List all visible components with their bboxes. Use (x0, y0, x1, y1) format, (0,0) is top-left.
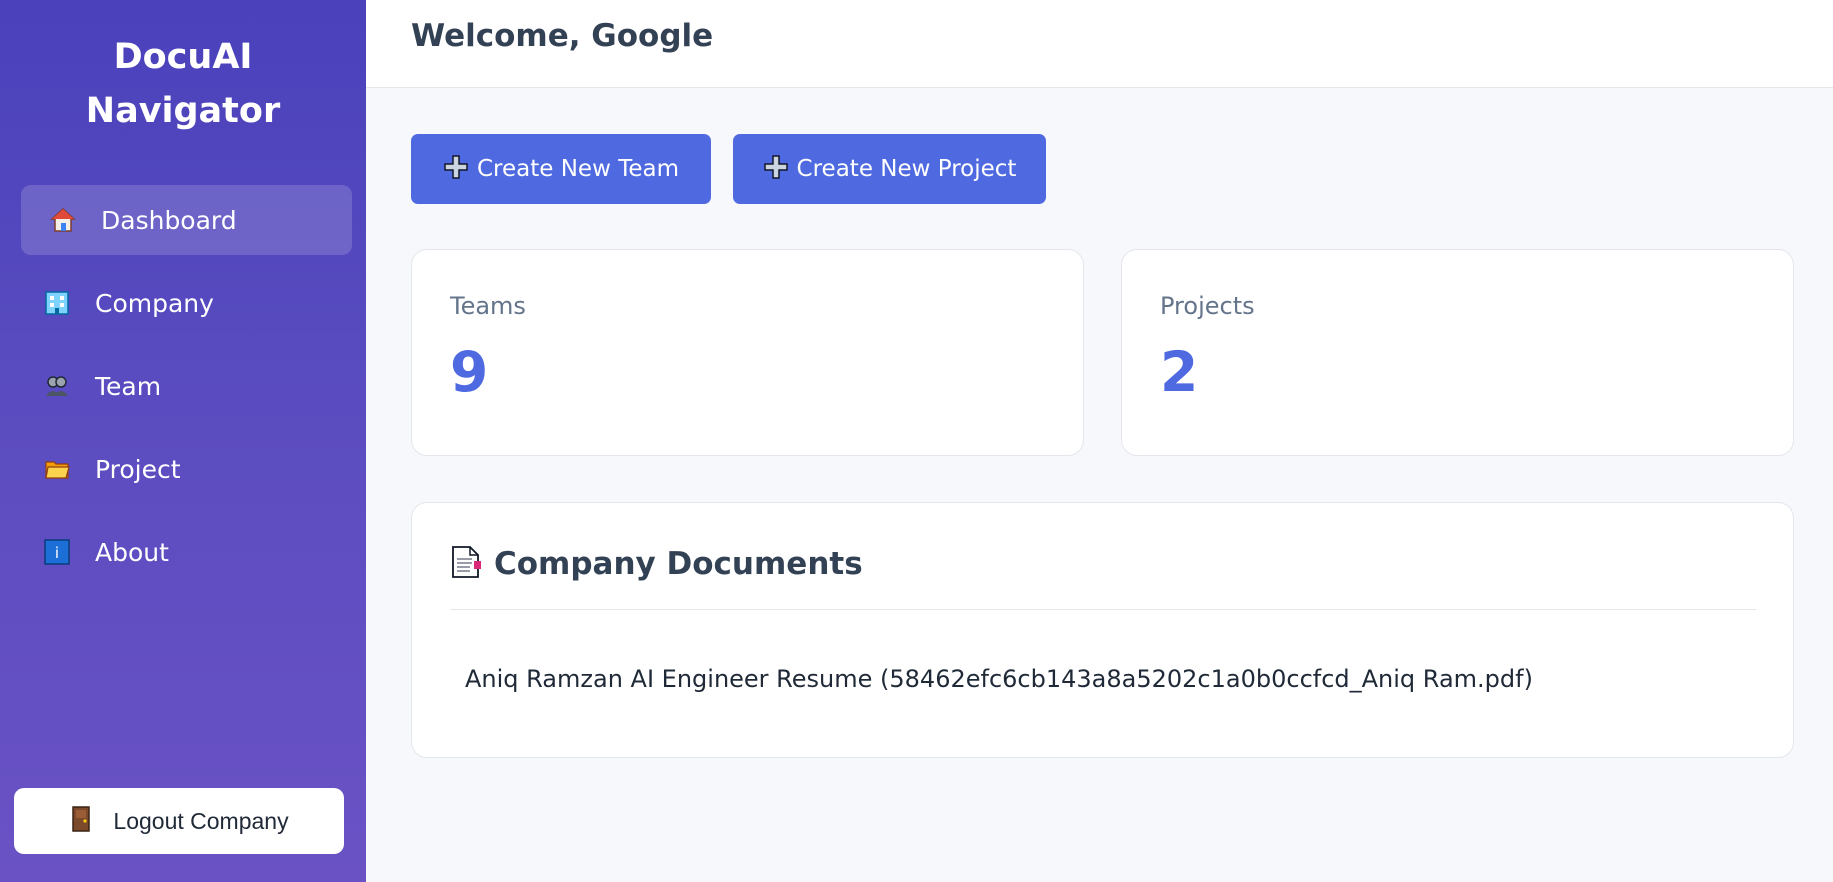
people-icon (43, 372, 71, 400)
top-bar: Welcome, Google (366, 0, 1833, 88)
document-icon (450, 545, 482, 583)
plus-icon (763, 154, 789, 184)
app-brand: DocuAI Navigator (0, 30, 366, 138)
create-team-label: Create New Team (476, 156, 679, 182)
document-list-item[interactable]: Aniq Ramzan AI Engineer Resume (58462efc… (465, 665, 1533, 693)
sidebar-item-project[interactable]: Project (21, 434, 352, 504)
create-team-button[interactable]: Create New Team (411, 134, 711, 204)
sidebar: DocuAI Navigator Dashboard Company Team … (0, 0, 366, 882)
building-icon (43, 289, 71, 317)
projects-stat-card: Projects 2 (1121, 249, 1794, 456)
brand-line-2: Navigator (85, 91, 281, 131)
sidebar-item-team[interactable]: Team (21, 351, 352, 421)
page-title: Welcome, Google (411, 18, 714, 54)
sidebar-item-label: Team (95, 371, 162, 401)
create-project-label: Create New Project (796, 156, 1017, 182)
sidebar-item-about[interactable]: i About (21, 517, 352, 587)
sidebar-item-label: Dashboard (101, 205, 237, 235)
documents-header: Company Documents (450, 545, 863, 583)
house-icon (49, 206, 77, 234)
logout-label: Logout Company (113, 807, 289, 834)
sidebar-item-company[interactable]: Company (21, 268, 352, 338)
sidebar-nav: Dashboard Company Team Project i About (21, 185, 352, 600)
brand-line-1: DocuAI (113, 37, 253, 77)
teams-stat-label: Teams (450, 292, 526, 320)
info-icon: i (43, 538, 71, 566)
svg-text:i: i (55, 544, 59, 562)
projects-stat-value: 2 (1160, 340, 1199, 404)
sidebar-item-dashboard[interactable]: Dashboard (21, 185, 352, 255)
door-icon (69, 805, 93, 837)
divider (450, 609, 1756, 610)
teams-stat-card: Teams 9 (411, 249, 1084, 456)
company-documents-card: Company Documents Aniq Ramzan AI Enginee… (411, 502, 1794, 758)
logout-button[interactable]: Logout Company (14, 788, 344, 854)
plus-icon (443, 154, 469, 184)
folder-icon (43, 455, 71, 483)
projects-stat-label: Projects (1160, 292, 1255, 320)
create-project-button[interactable]: Create New Project (733, 134, 1046, 204)
documents-title: Company Documents (494, 546, 863, 582)
sidebar-item-label: About (95, 537, 169, 567)
teams-stat-value: 9 (450, 340, 489, 404)
sidebar-item-label: Project (95, 454, 181, 484)
sidebar-item-label: Company (95, 288, 214, 318)
